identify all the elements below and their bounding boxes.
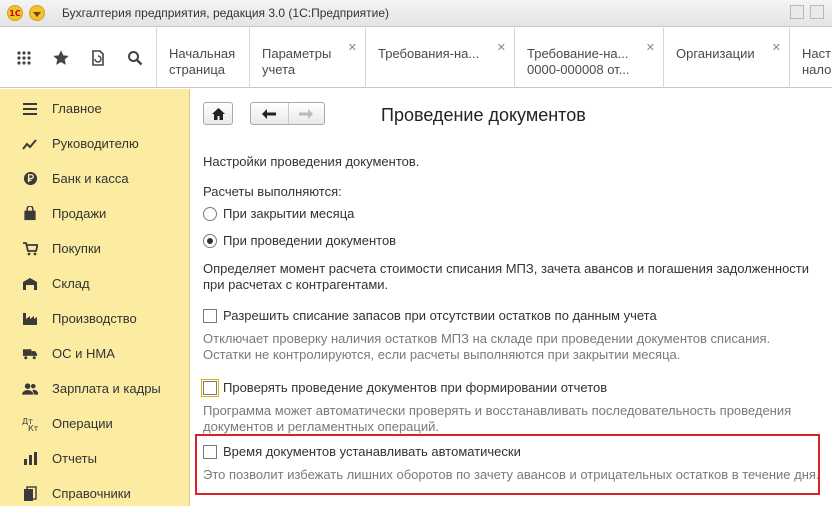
app-logo-icon[interactable]: 1C (7, 5, 23, 21)
radio-on-posting[interactable] (203, 234, 217, 248)
sections-sidebar: Главное Руководителю Банк и касса Продаж… (0, 89, 190, 506)
calc-description-line: Определяет момент расчета стоимости спис… (203, 261, 810, 276)
sidebar-item-sales[interactable]: Продажи (0, 196, 190, 231)
warehouse-icon (22, 276, 38, 292)
sidebar-item-fixed-assets[interactable]: ОС и НМА (0, 336, 190, 371)
report-chart-icon (22, 451, 38, 467)
allow-writeoff-hint: Остатки не контролируются, если расчеты … (203, 347, 681, 362)
shopping-bag-icon (22, 206, 38, 222)
sidebar-item-bank-cash[interactable]: Банк и касса (0, 161, 190, 196)
check-posting-checkbox[interactable] (201, 379, 219, 397)
coin-icon (22, 171, 38, 187)
radio-month-close[interactable] (203, 207, 217, 221)
sidebar-item-main[interactable]: Главное (0, 91, 190, 126)
sidebar-item-operations[interactable]: Дт Кт Операции (0, 406, 190, 441)
check-posting-hint: документов и регламентных операций. (203, 419, 439, 434)
window-title: Бухгалтерия предприятия, редакция 3.0 (1… (62, 6, 390, 20)
tab-accounting-params[interactable]: Параметры учета ✕ (249, 28, 365, 88)
back-button[interactable] (251, 103, 288, 124)
annotation-highlight-box (195, 434, 820, 495)
sidebar-item-directories[interactable]: Справочники (0, 476, 190, 506)
calc-description-line: при расчетах с контрагентами. (203, 277, 389, 292)
home-icon (211, 107, 225, 120)
settings-intro: Настройки проведения документов. (203, 154, 420, 169)
tab-organizations[interactable]: Организации ✕ (663, 28, 789, 88)
window-control-icon[interactable] (810, 5, 824, 19)
history-nav-buttons (250, 102, 325, 125)
trend-chart-icon (22, 136, 38, 152)
people-icon (22, 381, 38, 397)
factory-icon (22, 311, 38, 327)
radio-month-close-label[interactable]: При закрытии месяца (223, 206, 354, 221)
sidebar-item-production[interactable]: Производство (0, 301, 190, 336)
tab-close-icon[interactable]: ✕ (497, 40, 506, 56)
search-icon[interactable] (117, 28, 153, 88)
menu-lines-icon (22, 101, 38, 117)
sidebar-item-manager[interactable]: Руководителю (0, 126, 190, 161)
truck-icon (22, 346, 38, 362)
window-control-icon[interactable] (790, 5, 804, 19)
sidebar-item-salary-hr[interactable]: Зарплата и кадры (0, 371, 190, 406)
tab-close-icon[interactable]: ✕ (772, 40, 781, 56)
tab-tax-settings[interactable]: Наст нало (789, 28, 832, 88)
arrow-left-icon (262, 108, 277, 119)
tab-home-page[interactable]: Начальная страница (156, 28, 249, 88)
page-title: Проведение документов (381, 105, 586, 125)
history-icon[interactable] (80, 28, 116, 88)
window-titlebar: 1C Бухгалтерия предприятия, редакция 3.0… (0, 0, 832, 27)
sidebar-item-warehouse[interactable]: Склад (0, 266, 190, 301)
shopping-cart-icon (22, 241, 38, 257)
svg-text:Кт: Кт (28, 424, 38, 432)
home-button[interactable] (203, 102, 233, 125)
sidebar-item-purchases[interactable]: Покупки (0, 231, 190, 266)
tab-bar: Начальная страница Параметры учета ✕ Тре… (0, 28, 832, 88)
tab-requirements-list[interactable]: Требования-на... ✕ (365, 28, 514, 88)
favorites-star-icon[interactable] (43, 28, 79, 88)
allow-writeoff-hint: Отключает проверку наличия остатков МПЗ … (203, 331, 771, 346)
main-menu-dropdown-icon[interactable] (29, 5, 45, 21)
radio-on-posting-label[interactable]: При проведении документов (223, 233, 396, 248)
apps-grid-icon[interactable] (6, 28, 42, 88)
tab-close-icon[interactable]: ✕ (646, 40, 655, 56)
sidebar-item-reports[interactable]: Отчеты (0, 441, 190, 476)
tab-requirement-doc[interactable]: Требование-на... 0000-000008 от... ✕ (514, 28, 663, 88)
check-posting-label[interactable]: Проверять проведение документов при форм… (223, 380, 607, 395)
tab-close-icon[interactable]: ✕ (348, 40, 357, 56)
check-posting-hint: Программа может автоматически проверять … (203, 403, 792, 418)
forward-button[interactable] (287, 103, 325, 124)
allow-writeoff-checkbox[interactable] (203, 309, 217, 323)
operations-icon: Дт Кт (22, 416, 38, 432)
calc-mode-label: Расчеты выполняются: (203, 184, 342, 199)
books-icon (22, 485, 38, 502)
arrow-right-icon (299, 108, 314, 119)
allow-writeoff-label[interactable]: Разрешить списание запасов при отсутстви… (223, 308, 657, 323)
